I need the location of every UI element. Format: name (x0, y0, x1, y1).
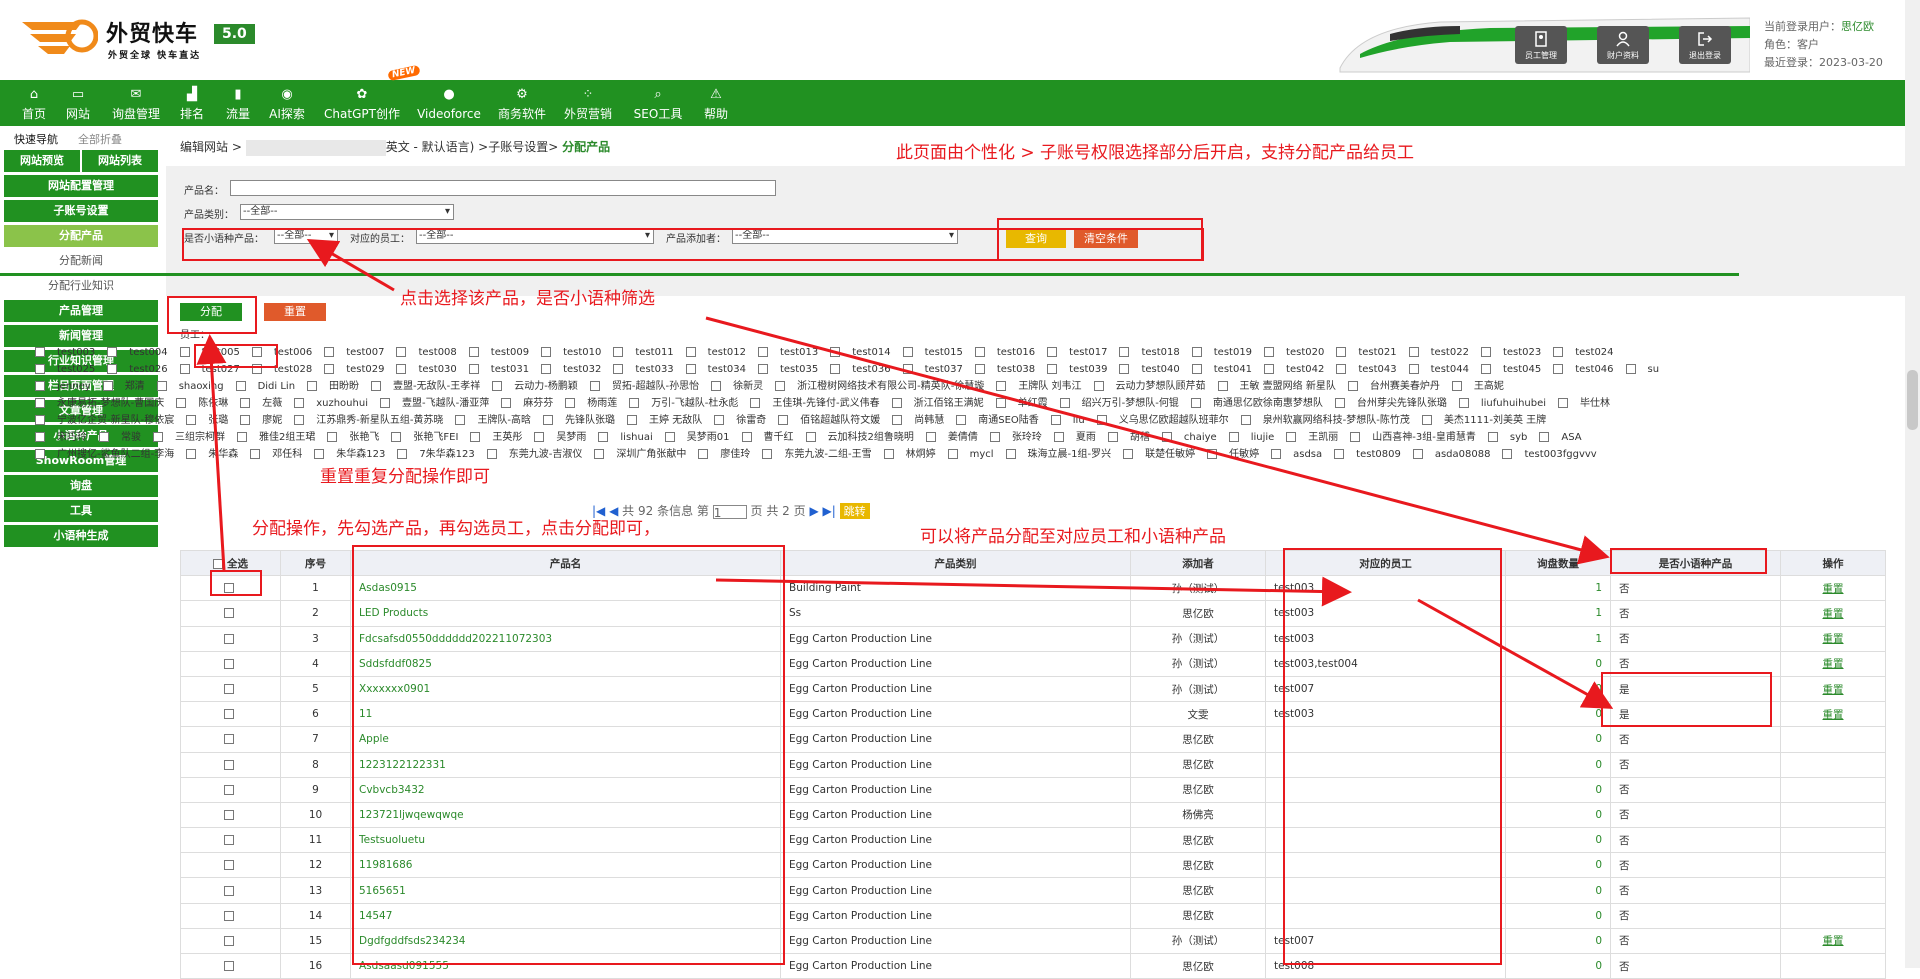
scrollbar-thumb[interactable] (1907, 370, 1918, 430)
scrollbar[interactable] (1905, 0, 1920, 968)
annotation-arrows (196, 238, 1614, 709)
